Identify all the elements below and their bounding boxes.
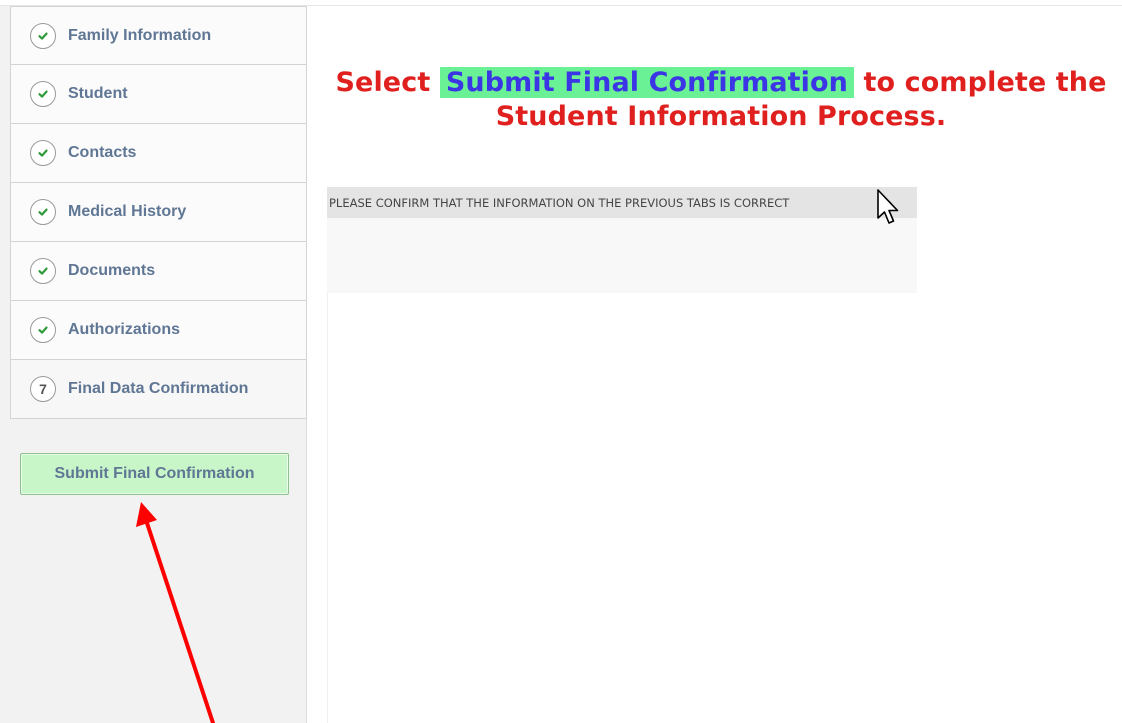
confirmation-content-area — [327, 293, 938, 723]
headline-highlight: Submit Final Confirmation — [439, 67, 855, 98]
check-icon — [30, 317, 56, 343]
instruction-headline: Select Submit Final Confirmation to comp… — [320, 66, 1122, 134]
submit-final-confirmation-button[interactable]: Submit Final Confirmation — [20, 453, 289, 495]
step-final-data-confirmation[interactable]: 7 Final Data Confirmation — [10, 360, 307, 419]
step-medical-history[interactable]: Medical History — [10, 183, 307, 242]
step-label: Medical History — [68, 203, 187, 220]
step-label: Authorizations — [68, 321, 180, 338]
headline-line-1: Select Submit Final Confirmation to comp… — [320, 66, 1122, 100]
check-icon — [30, 22, 56, 49]
check-icon — [30, 140, 56, 166]
step-label: Student — [68, 85, 128, 102]
confirmation-panel: PLEASE CONFIRM THAT THE INFORMATION ON T… — [327, 187, 917, 293]
step-list: Family Information Student Contacts Medi… — [10, 6, 307, 419]
headline-line-2: Student Information Process. — [495, 101, 947, 132]
step-label: Contacts — [68, 144, 137, 161]
mouse-cursor-icon — [877, 189, 899, 224]
headline-prefix: Select — [335, 67, 440, 98]
panel-header: PLEASE CONFIRM THAT THE INFORMATION ON T… — [327, 187, 917, 218]
step-label: Final Data Confirmation — [68, 380, 249, 397]
check-icon — [30, 258, 56, 284]
step-documents[interactable]: Documents — [10, 242, 307, 301]
sidebar: Family Information Student Contacts Medi… — [0, 6, 307, 723]
step-label: Documents — [68, 262, 156, 279]
step-label: Family Information — [68, 26, 212, 44]
step-number: 7 — [39, 381, 47, 397]
step-number-badge: 7 — [30, 376, 56, 402]
step-student[interactable]: Student — [10, 65, 307, 124]
check-icon — [30, 199, 56, 225]
check-icon — [30, 81, 56, 107]
step-contacts[interactable]: Contacts — [10, 124, 307, 183]
headline-suffix: to complete the — [854, 67, 1107, 98]
step-authorizations[interactable]: Authorizations — [10, 301, 307, 360]
step-family-information[interactable]: Family Information — [10, 6, 307, 65]
